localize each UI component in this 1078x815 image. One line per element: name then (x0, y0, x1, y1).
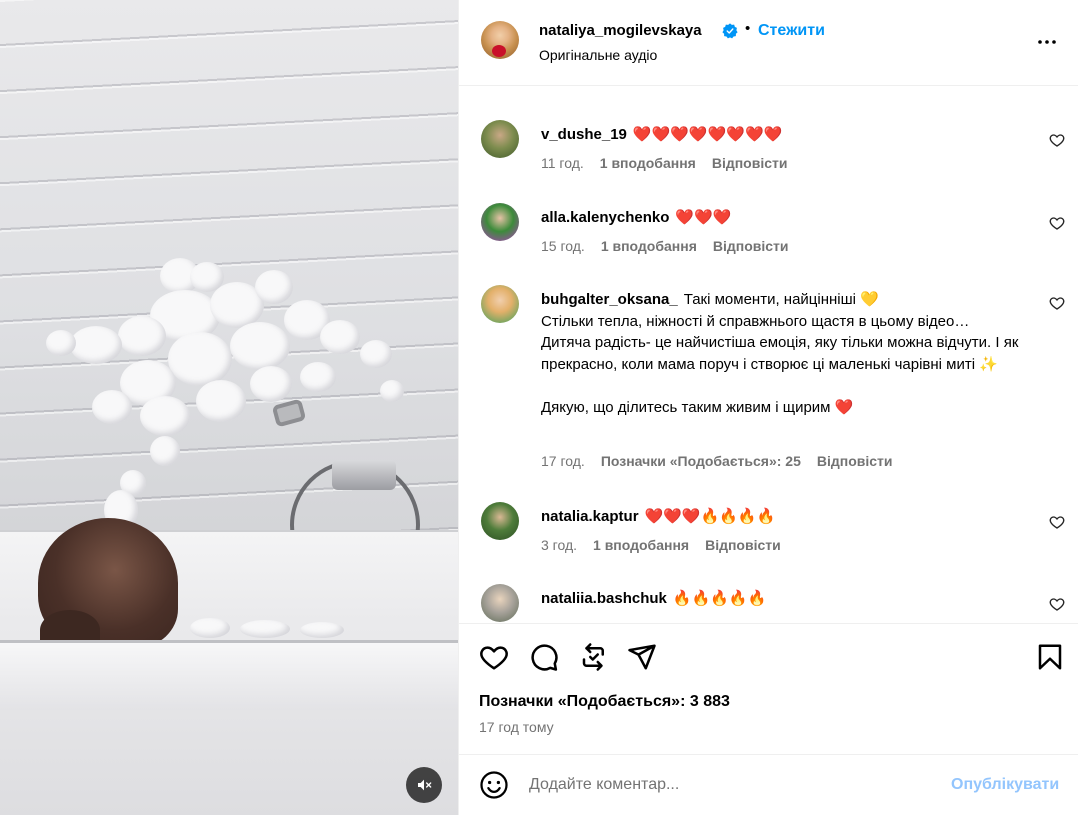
comment-likes[interactable]: 1 вподобання (593, 537, 689, 553)
comment-meta: 11 год. 1 вподобання Відповісти (541, 155, 787, 171)
commenter-username[interactable]: nataliia.bashchuk (541, 590, 667, 607)
comment-reply-button[interactable]: Відповісти (713, 238, 789, 254)
comment-heart-icon[interactable] (1049, 514, 1065, 530)
commenter-username[interactable]: buhgalter_oksana_ (541, 291, 678, 308)
comment-content: ❤️❤️❤️❤️❤️❤️❤️❤️ (632, 126, 783, 143)
commenter-username[interactable]: alla.kalenychenko (541, 209, 669, 226)
share-icon[interactable] (627, 642, 657, 672)
author-avatar[interactable] (481, 21, 519, 59)
author-username[interactable]: nataliya_mogilevskaya (539, 22, 702, 39)
comment-heart-icon[interactable] (1049, 215, 1065, 231)
foam-bubble (240, 620, 290, 638)
commenter-avatar[interactable] (481, 285, 519, 323)
sound-off-button[interactable] (406, 767, 442, 803)
follow-button[interactable]: Стежити (758, 22, 825, 40)
foam-bubble (70, 326, 122, 364)
bathtub-rim (0, 640, 458, 710)
comment-content-paragraph: Стільки тепла, ніжності й справжнього ща… (541, 312, 1019, 373)
comment-meta: 3 год. 1 вподобання Відповісти (541, 537, 781, 553)
foam-bubble (196, 380, 246, 422)
foam-bubble (360, 340, 392, 368)
comment-time[interactable]: 17 год. (541, 453, 585, 469)
comment-content-paragraph: Дякую, що ділитесь таким живим і щирим ❤… (541, 398, 854, 416)
commenter-avatar[interactable] (481, 502, 519, 540)
foam-bubble (255, 270, 293, 304)
comment-content: ❤️❤️❤️ (675, 209, 732, 226)
bookmark-icon[interactable] (1035, 642, 1065, 672)
foam-bubble (92, 390, 132, 424)
comment-content: Такі моменти, найцінніші 💛 (683, 291, 879, 308)
comment-icon[interactable] (529, 642, 559, 672)
comment-content: ❤️❤️❤️🔥🔥🔥🔥 (644, 508, 776, 525)
comment-likes[interactable]: 1 вподобання (601, 238, 697, 254)
comment-likes[interactable]: Позначки «Подобається»: 25 (601, 453, 801, 469)
emoji-icon[interactable] (479, 770, 509, 800)
comment-text: nataliia.bashchuk 🔥🔥🔥🔥🔥 (541, 588, 1021, 610)
comment-reply-button[interactable]: Відповісти (705, 537, 781, 553)
post-video[interactable] (0, 0, 458, 815)
commenter-username[interactable]: natalia.kaptur (541, 508, 639, 525)
foam-bubble (46, 330, 76, 356)
foam-bubble (168, 332, 232, 386)
comment-meta: 15 год. 1 вподобання Відповісти (541, 238, 789, 254)
repost-icon[interactable] (579, 642, 609, 672)
post-side-panel: nataliya_mogilevskaya • Стежити Оригінал… (458, 0, 1078, 815)
likes-count[interactable]: Позначки «Подобається»: 3 883 (479, 693, 730, 711)
verified-badge-icon (722, 23, 738, 39)
original-audio-link[interactable]: Оригінальне аудіо (539, 47, 657, 63)
foam-bubble (230, 322, 290, 370)
commenter-username[interactable]: v_dushe_19 (541, 126, 627, 143)
post-actions: Позначки «Подобається»: 3 883 17 год том… (459, 623, 1078, 753)
comment-meta: 17 год. Позначки «Подобається»: 25 Відпо… (541, 453, 893, 469)
post-dialog: nataliya_mogilevskaya • Стежити Оригінал… (0, 0, 1078, 815)
foam-bubble (190, 618, 230, 638)
comment-input[interactable] (529, 773, 929, 797)
comment-time[interactable]: 15 год. (541, 238, 585, 254)
bath-faucet (332, 460, 396, 490)
foam-bubble (250, 366, 292, 402)
foam-bubble (300, 362, 336, 392)
publish-button[interactable]: Опублікувати (951, 776, 1059, 794)
sound-off-icon (418, 779, 432, 791)
comment-heart-icon[interactable] (1049, 295, 1065, 311)
comment-heart-icon[interactable] (1049, 132, 1065, 148)
foam-bubble (380, 380, 404, 402)
post-header: nataliya_mogilevskaya • Стежити Оригінал… (459, 0, 1078, 86)
comment-composer: Опублікувати (459, 754, 1078, 815)
comment-content: 🔥🔥🔥🔥🔥 (672, 590, 767, 607)
foam-bubble (118, 316, 166, 356)
comment-likes[interactable]: 1 вподобання (600, 155, 696, 171)
comment-reply-button[interactable]: Відповісти (712, 155, 788, 171)
comment-reply-button[interactable]: Відповісти (817, 453, 893, 469)
comment-text: natalia.kaptur ❤️❤️❤️🔥🔥🔥🔥 (541, 506, 1021, 528)
comment-text: v_dushe_19 ❤️❤️❤️❤️❤️❤️❤️❤️ (541, 124, 1021, 146)
comment-text: buhgalter_oksana_ Такі моменти, найцінніш… (541, 289, 1021, 419)
comment-time[interactable]: 3 год. (541, 537, 577, 553)
foam-bubble (320, 320, 360, 354)
more-horizontal-icon[interactable] (1035, 30, 1059, 54)
comment-text: alla.kalenychenko ❤️❤️❤️ (541, 207, 1021, 229)
foam-bubble (140, 396, 190, 436)
comments-list[interactable]: v_dushe_19 ❤️❤️❤️❤️❤️❤️❤️❤️ 11 год. 1 впо… (459, 87, 1078, 622)
comment-heart-icon[interactable] (1049, 596, 1065, 612)
post-time[interactable]: 17 год тому (479, 719, 554, 735)
comment-time[interactable]: 11 год. (541, 155, 584, 171)
commenter-avatar[interactable] (481, 584, 519, 622)
foam-bubble (300, 622, 344, 638)
commenter-avatar[interactable] (481, 203, 519, 241)
commenter-avatar[interactable] (481, 120, 519, 158)
heart-icon[interactable] (479, 642, 509, 672)
foam-bubble (150, 436, 180, 466)
header-separator: • (745, 20, 751, 37)
